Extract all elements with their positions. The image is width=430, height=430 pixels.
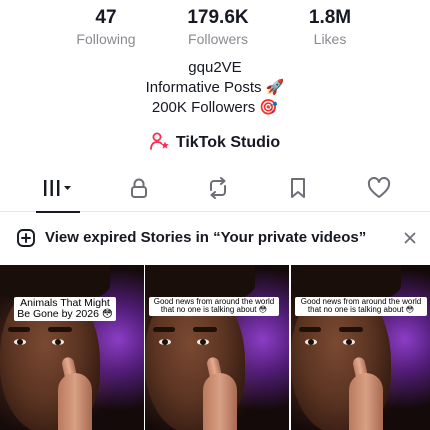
thumbnail-brow <box>193 327 217 332</box>
tab-liked[interactable] <box>349 168 409 212</box>
bio-line-2: 200K Followers 🎯 <box>151 99 279 116</box>
thumbnail-hand <box>58 373 92 430</box>
following-stat[interactable]: 47 Following <box>46 6 166 48</box>
thumbnail-eye <box>197 339 209 345</box>
videos-grid-icon <box>41 178 75 203</box>
tab-videos[interactable] <box>28 168 88 213</box>
video-thumbnail[interactable]: Good news from around the world that no … <box>291 265 430 430</box>
add-square-icon <box>16 228 36 253</box>
likes-label: Likes <box>313 31 347 47</box>
following-label: Following <box>76 31 136 47</box>
thumbnail-brow <box>299 327 321 332</box>
profile-tabs <box>0 168 430 213</box>
thumbnail-hand <box>203 373 237 430</box>
tab-reposts[interactable] <box>188 168 248 212</box>
tiktok-studio-button[interactable]: TikTok Studio <box>0 131 430 155</box>
video-caption: Animals That Might Be Gone by 2026 😳 <box>14 297 116 322</box>
banner-text: View expired Stories in “Your private vi… <box>45 229 367 246</box>
repost-icon <box>206 176 230 204</box>
expired-stories-banner[interactable]: View expired Stories in “Your private vi… <box>0 212 430 264</box>
following-count: 47 <box>95 7 117 28</box>
thumbnail-eye <box>14 339 26 345</box>
likes-stat[interactable]: 1.8M Likes <box>270 6 390 48</box>
tab-private[interactable] <box>109 168 169 212</box>
followers-stat[interactable]: 179.6K Followers <box>158 6 278 48</box>
thumbnail-brow <box>153 327 175 332</box>
bio-username: gqu2VE <box>188 59 242 76</box>
heart-icon <box>367 176 391 204</box>
video-grid: Animals That Might Be Gone by 2026 😳 Goo… <box>0 265 430 430</box>
followers-label: Followers <box>188 31 248 47</box>
video-caption: Good news from around the world that no … <box>149 297 279 316</box>
thumbnail-hand <box>349 373 383 430</box>
video-thumbnail[interactable]: Animals That Might Be Gone by 2026 😳 <box>0 265 144 430</box>
person-star-icon <box>149 132 170 155</box>
tab-favorites[interactable] <box>268 168 328 212</box>
video-caption: Good news from around the world that no … <box>295 297 427 316</box>
profile-stats: 47 Following 179.6K Followers 1.8M Likes <box>0 6 430 48</box>
thumbnail-eye <box>52 339 64 345</box>
profile-bio: gqu2VE Informative Posts 🚀 200K Follower… <box>0 58 430 118</box>
bookmark-icon <box>288 177 308 204</box>
thumbnail-brow <box>8 327 30 332</box>
tiktok-studio-label: TikTok Studio <box>175 134 281 151</box>
lock-icon <box>128 177 150 204</box>
bio-line-1: Informative Posts 🚀 <box>145 79 285 96</box>
thumbnail-brow <box>48 327 72 332</box>
thumbnail-brow <box>339 327 363 332</box>
followers-count: 179.6K <box>187 7 249 28</box>
thumbnail-eye <box>343 339 355 345</box>
close-icon[interactable] <box>400 228 420 248</box>
thumbnail-eye <box>305 339 317 345</box>
thumbnail-eye <box>159 339 171 345</box>
likes-count: 1.8M <box>308 7 352 28</box>
video-thumbnail[interactable]: Good news from around the world that no … <box>145 265 289 430</box>
